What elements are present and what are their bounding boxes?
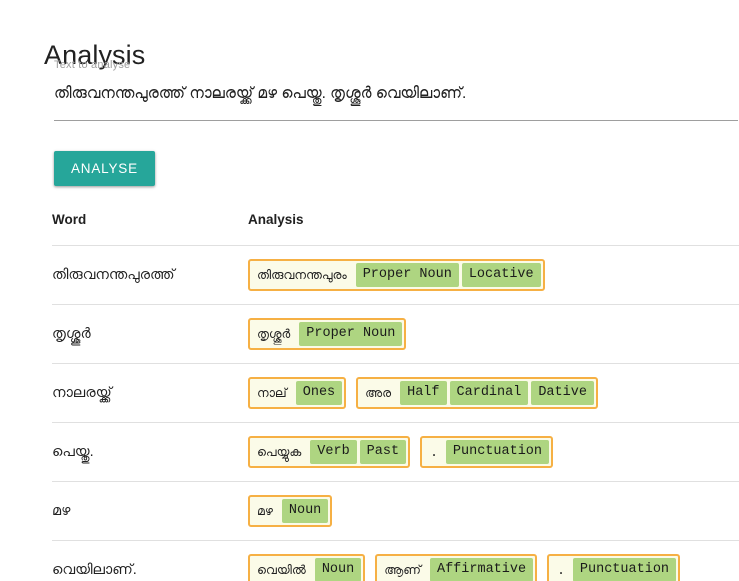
analysis-page: Analysis Text to analyse തിരുവനന്തപുരത്ത… [0, 0, 739, 581]
analysis-cell: മഴ Noun [248, 482, 739, 541]
morph-group[interactable]: പെയ്യുക Verb Past [248, 436, 411, 468]
morph-tag: Affirmative [429, 558, 534, 581]
morph-group-list: തിരുവനന്തപുരം Proper Noun Locative [248, 259, 739, 291]
analysis-cell: പെയ്യുക Verb Past. Punctuation [248, 423, 739, 482]
morph-group[interactable]: ആണ് Affirmative [375, 554, 538, 581]
column-header-analysis: Analysis [248, 212, 304, 227]
morph-tag: Locative [461, 263, 541, 287]
analysis-cell: നാല് Ones അര Half Cardinal Dative [248, 364, 739, 423]
analysis-table-body: തിരുവനന്തപുരത്ത് തിരുവനന്തപുരം Proper Noun… [52, 246, 739, 581]
morph-root: പെയ്യുക [257, 444, 302, 459]
table-row: പെയ്തു. പെയ്യുക Verb Past. Punctuation [52, 423, 739, 482]
morph-group[interactable]: വെയിൽ Noun [248, 554, 366, 581]
text-to-analyse-field: Text to analyse തിരുവനന്തപുരത്ത് നാലരയ്ക… [54, 58, 738, 121]
table-row: തിരുവനന്തപുരത്ത് തിരുവനന്തപുരം Proper Noun… [52, 246, 739, 305]
morph-root: തിരുവനന്തപുരം [257, 267, 347, 282]
morph-group-list: പെയ്യുക Verb Past. Punctuation [248, 436, 739, 468]
morph-tag: Punctuation [445, 440, 550, 464]
table-row: വെയിലാണ്. വെയിൽ Noun ആണ് Affirmative. Punctua… [52, 541, 739, 581]
morph-tag: Dative [531, 381, 594, 405]
morph-root: . [430, 444, 438, 460]
morph-group-list: നാല് Ones അര Half Cardinal Dative [248, 377, 739, 409]
analysis-table: Word Analysis തിരുവനന്തപുരത്ത് തിരുവനന്തപ… [52, 212, 739, 581]
morph-tag: Verb [310, 440, 357, 464]
morph-group[interactable]: നാല് Ones [248, 377, 347, 409]
word-cell: പെയ്തു. [52, 444, 94, 460]
morph-root: അര [365, 385, 392, 400]
table-row: മഴ മഴ Noun [52, 482, 739, 541]
word-cell: തിരുവനന്തപുരത്ത് [52, 267, 175, 283]
morph-tag: Proper Noun [299, 322, 403, 346]
morph-tag: Past [359, 440, 407, 464]
table-row: തൃശ്ശൂർ തൃശ്ശൂർ Proper Noun [52, 305, 739, 364]
morph-tag: Ones [295, 381, 343, 405]
word-cell: തൃശ്ശൂർ [52, 326, 91, 342]
text-to-analyse-label: Text to analyse [54, 59, 131, 71]
morph-tag: Punctuation [572, 558, 677, 581]
morph-group[interactable]: തിരുവനന്തപുരം Proper Noun Locative [248, 259, 545, 291]
analyse-button[interactable]: ANALYSE [54, 151, 155, 186]
morph-group[interactable]: . Punctuation [547, 554, 681, 581]
table-header-row: Word Analysis [52, 212, 739, 246]
morph-tag: Noun [314, 558, 362, 581]
morph-root: വെയിൽ [257, 562, 306, 577]
morph-group-list: മഴ Noun [248, 495, 739, 527]
analysis-cell: വെയിൽ Noun ആണ് Affirmative. Punctuation [248, 541, 739, 581]
analysis-cell: തിരുവനന്തപുരം Proper Noun Locative [248, 246, 739, 305]
morph-root: തൃശ്ശൂർ [257, 326, 291, 341]
table-row: നാലരയ്ക്ക് നാല് Ones അര Half Cardinal Dative [52, 364, 739, 423]
morph-group[interactable]: അര Half Cardinal Dative [356, 377, 598, 409]
morph-root: ആണ് [384, 562, 421, 577]
morph-tag: Half [400, 381, 447, 405]
text-to-analyse-input[interactable]: തിരുവനന്തപുരത്ത് നാലരയ്ക്ക് മഴ പെയ്തു. ത… [54, 81, 738, 107]
analysis-table-head: Word Analysis [52, 212, 739, 246]
morph-tag: Noun [281, 499, 329, 523]
morph-tag: Proper Noun [355, 263, 459, 287]
field-underline [54, 120, 738, 121]
morph-root: മഴ [257, 503, 273, 518]
morph-group-list: വെയിൽ Noun ആണ് Affirmative. Punctuation [248, 554, 739, 581]
word-cell: മഴ [52, 503, 71, 519]
morph-root: . [557, 562, 565, 578]
morph-group[interactable]: മഴ Noun [248, 495, 333, 527]
morph-group[interactable]: തൃശ്ശൂർ Proper Noun [248, 318, 407, 350]
morph-group-list: തൃശ്ശൂർ Proper Noun [248, 318, 739, 350]
morph-tag: Cardinal [449, 381, 529, 405]
morph-group[interactable]: . Punctuation [420, 436, 554, 468]
column-header-word: Word [52, 212, 87, 227]
word-cell: വെയിലാണ്. [52, 562, 137, 578]
morph-root: നാല് [257, 385, 287, 400]
word-cell: നാലരയ്ക്ക് [52, 385, 112, 401]
analysis-cell: തൃശ്ശൂർ Proper Noun [248, 305, 739, 364]
